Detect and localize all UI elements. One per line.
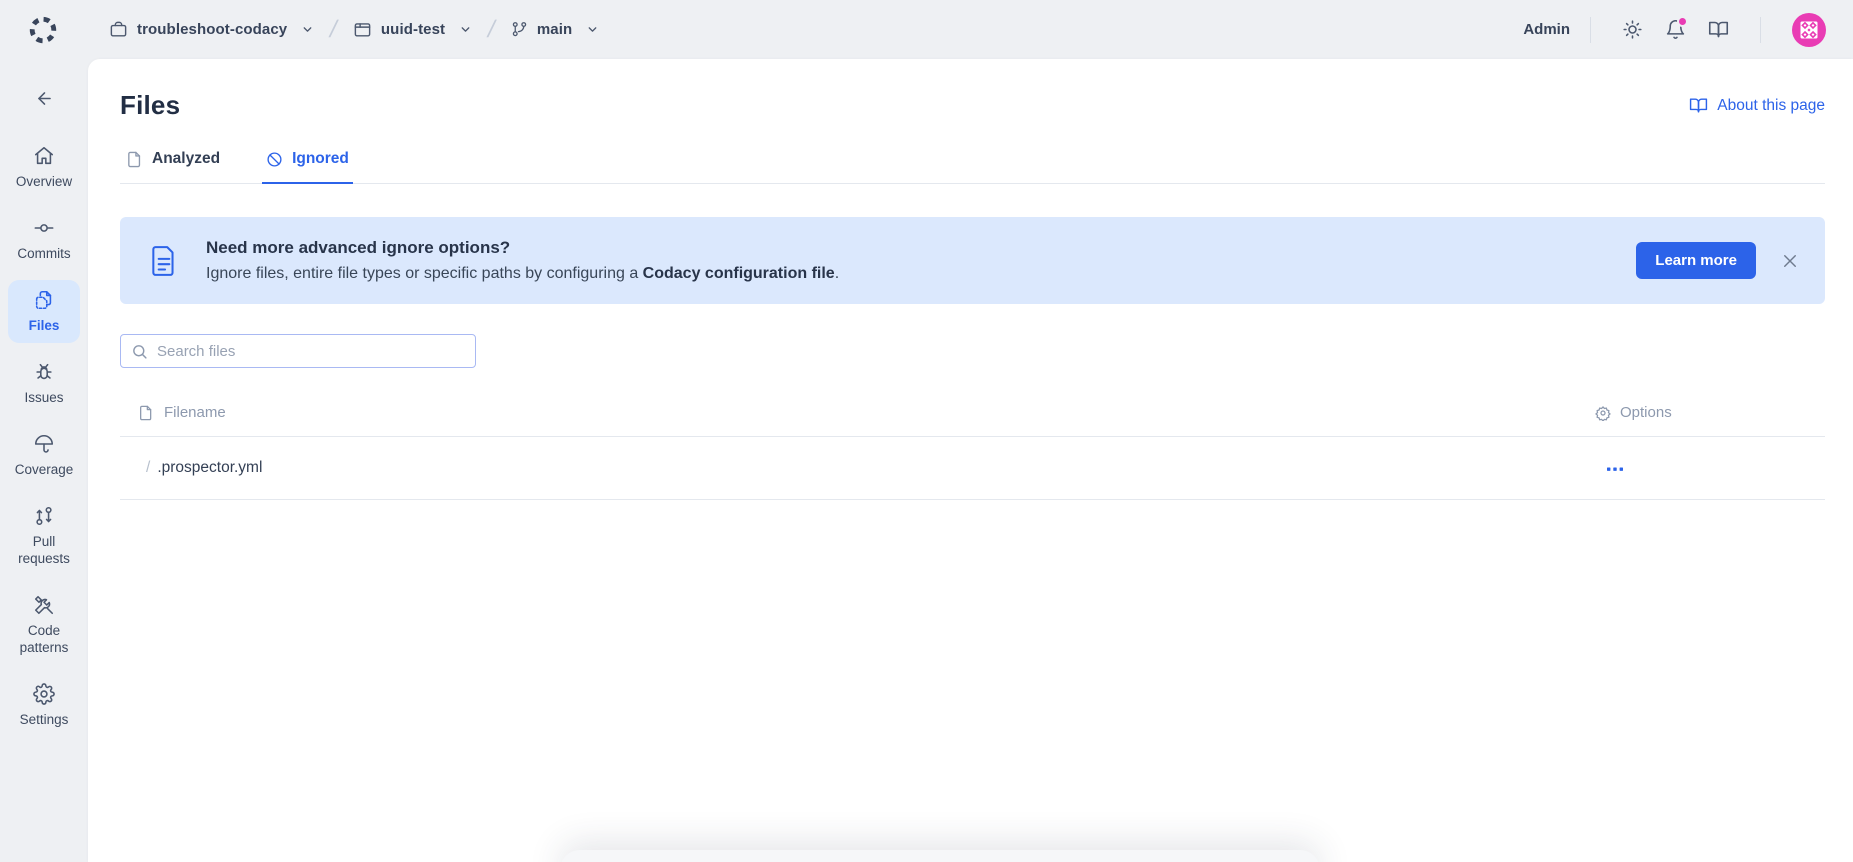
sidebar-item-settings[interactable]: Settings: [8, 674, 80, 737]
column-header-filename: Filename: [164, 404, 226, 421]
ban-icon: [266, 151, 283, 168]
book-icon: [1689, 96, 1708, 115]
theme-toggle-button[interactable]: [1622, 19, 1643, 40]
branch-icon: [511, 21, 528, 38]
notification-badge: [1677, 16, 1688, 27]
arrow-left-icon: [35, 89, 54, 108]
row-filename: / .prospector.yml: [146, 459, 1595, 477]
sidebar-item-coverage[interactable]: Coverage: [8, 424, 80, 487]
about-link-label: About this page: [1717, 97, 1825, 115]
sidebar-item-overview[interactable]: Overview: [8, 136, 80, 199]
sidebar-item-label: Settings: [20, 711, 69, 728]
sidebar-item-commits[interactable]: Commits: [8, 208, 80, 271]
topbar-actions: Admin: [1523, 12, 1827, 48]
tab-analyzed[interactable]: Analyzed: [122, 150, 224, 184]
close-icon: [1781, 252, 1799, 270]
docs-button[interactable]: [1708, 19, 1729, 40]
breadcrumb: troubleshoot-codacy / uuid-test /: [109, 16, 599, 44]
main-panel: Files About this page Analyzed: [88, 59, 1853, 862]
banner-body: Ignore files, entire file types or speci…: [206, 265, 1636, 283]
gear-icon: [1595, 405, 1611, 421]
table-row: / .prospector.yml: [120, 437, 1825, 500]
page-title: Files: [120, 90, 180, 121]
files-icon: [33, 289, 55, 311]
sidebar-item-label: Code patterns: [10, 622, 78, 656]
about-this-page-link[interactable]: About this page: [1689, 96, 1825, 115]
home-icon: [33, 145, 55, 167]
chevron-down-icon: [459, 23, 472, 36]
sidebar-item-label: Coverage: [15, 461, 74, 478]
document-icon: [151, 245, 177, 277]
sidebar-item-label: Pull requests: [10, 533, 78, 567]
sidebar-item-label: Files: [29, 317, 60, 334]
gear-icon: [33, 683, 55, 705]
sidebar-item-label: Commits: [17, 245, 70, 262]
sidebar-item-label: Overview: [16, 173, 72, 190]
divider: [1760, 17, 1761, 43]
sidebar-item-issues[interactable]: Issues: [8, 352, 80, 415]
back-button[interactable]: [33, 87, 56, 110]
tab-label: Ignored: [292, 150, 349, 168]
repository-icon: [353, 20, 372, 39]
umbrella-icon: [33, 433, 55, 455]
commit-icon: [33, 217, 55, 239]
ignore-options-banner: Need more advanced ignore options? Ignor…: [120, 217, 1825, 304]
tab-label: Analyzed: [152, 150, 220, 168]
learn-more-button[interactable]: Learn more: [1636, 242, 1756, 279]
breadcrumb-branch[interactable]: main: [511, 21, 599, 38]
pull-request-icon: [33, 505, 55, 527]
sidebar-item-pull-requests[interactable]: Pull requests: [8, 496, 80, 576]
search-box: [120, 334, 476, 368]
breadcrumb-repository[interactable]: uuid-test: [353, 20, 472, 39]
sidebar-item-label: Issues: [24, 389, 63, 406]
banner-body-bold: Codacy configuration file: [643, 265, 835, 282]
close-banner-button[interactable]: [1779, 250, 1801, 272]
column-header-options: Options: [1620, 404, 1672, 421]
tools-icon: [33, 594, 55, 616]
breadcrumb-separator: /: [321, 16, 346, 44]
notifications-button[interactable]: [1665, 19, 1686, 40]
table-header: Filename Options: [120, 404, 1825, 437]
sidebar: Overview Commits Files Issues: [0, 59, 88, 862]
ellipsis-icon: [1607, 467, 1623, 472]
sun-icon: [1622, 19, 1643, 40]
path-prefix: /: [146, 459, 150, 477]
sidebar-item-code-patterns[interactable]: Code patterns: [8, 585, 80, 665]
chevron-down-icon: [301, 23, 314, 36]
repository-name: uuid-test: [381, 21, 445, 38]
organization-name: troubleshoot-codacy: [137, 21, 287, 38]
banner-title: Need more advanced ignore options?: [206, 238, 1636, 258]
codacy-logo-icon: [27, 14, 59, 46]
chevron-down-icon: [586, 23, 599, 36]
tab-ignored[interactable]: Ignored: [262, 150, 353, 184]
book-icon: [1708, 19, 1729, 40]
sidebar-item-files[interactable]: Files: [8, 280, 80, 343]
organization-icon: [109, 20, 128, 39]
breadcrumb-organization[interactable]: troubleshoot-codacy: [109, 20, 314, 39]
row-options-button[interactable]: [1605, 463, 1625, 476]
admin-menu[interactable]: Admin: [1523, 21, 1570, 38]
divider: [1590, 17, 1591, 43]
avatar[interactable]: [1791, 12, 1827, 48]
topbar: troubleshoot-codacy / uuid-test /: [0, 0, 1853, 59]
breadcrumb-separator: /: [479, 16, 504, 44]
bug-icon: [33, 361, 55, 383]
bottom-sheet-shadow: [560, 850, 1320, 862]
branch-name: main: [537, 21, 572, 38]
ignored-files-table: Filename Options / .prospector.yml: [120, 404, 1825, 500]
file-icon: [138, 405, 154, 421]
search-icon: [131, 343, 148, 360]
file-icon: [126, 151, 143, 168]
files-tabs: Analyzed Ignored: [120, 150, 1825, 184]
search-files-input[interactable]: [157, 343, 465, 360]
file-name: .prospector.yml: [157, 459, 262, 477]
